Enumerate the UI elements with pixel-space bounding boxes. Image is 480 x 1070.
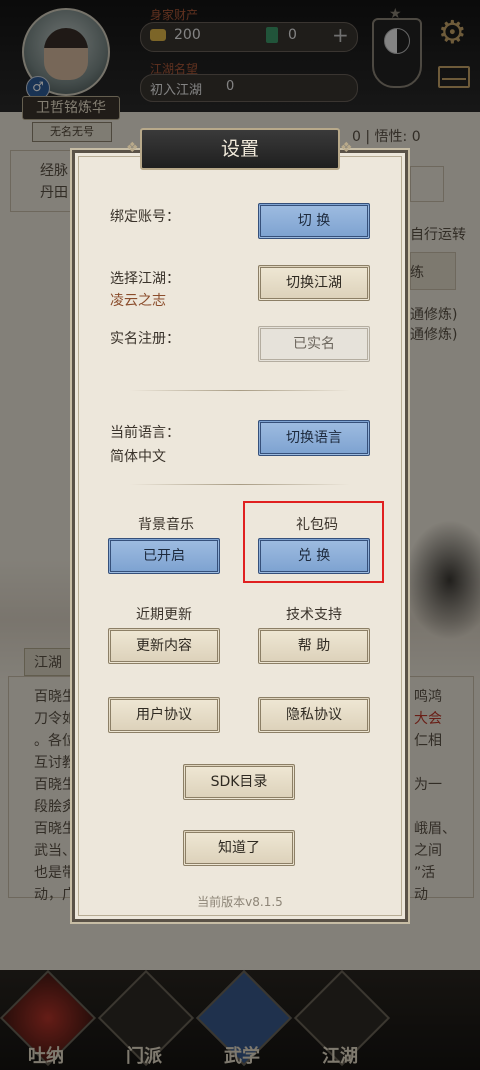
support-label: 技术支持 [286, 607, 342, 623]
user-agreement-button[interactable]: 用户协议 [108, 697, 220, 733]
privacy-policy-button[interactable]: 隐私协议 [258, 697, 370, 733]
version-text: 当前版本v8.1.5 [197, 895, 283, 909]
help-button[interactable]: 帮 助 [258, 628, 370, 664]
switch-world-button[interactable]: 切换江湖 [258, 265, 370, 301]
music-label: 背景音乐 [138, 517, 194, 533]
update-content-button[interactable]: 更新内容 [108, 628, 220, 664]
section-divider [130, 390, 350, 391]
sdk-directory-button[interactable]: SDK目录 [183, 764, 295, 800]
switch-account-button[interactable]: 切 换 [258, 203, 370, 239]
ok-button[interactable]: 知道了 [183, 830, 295, 866]
current-world-value: 凌云之志 [110, 293, 166, 309]
select-world-label: 选择江湖： [110, 271, 180, 287]
title-ornament-left: ❖ [126, 140, 139, 156]
language-label: 当前语言： [110, 425, 180, 441]
redeem-button[interactable]: 兑 换 [258, 538, 370, 574]
title-ornament-right: ❖ [340, 140, 353, 156]
realname-button[interactable]: 已实名 [258, 326, 370, 362]
gift-code-label: 礼包码 [296, 517, 338, 533]
bind-account-label: 绑定账号： [110, 209, 180, 225]
realname-label: 实名注册： [110, 331, 180, 347]
updates-label: 近期更新 [136, 607, 192, 623]
section-divider [130, 484, 350, 485]
music-toggle-button[interactable]: 已开启 [108, 538, 220, 574]
current-language-value: 简体中文 [110, 449, 166, 465]
settings-title: 设置 [140, 128, 340, 170]
switch-language-button[interactable]: 切换语言 [258, 420, 370, 456]
